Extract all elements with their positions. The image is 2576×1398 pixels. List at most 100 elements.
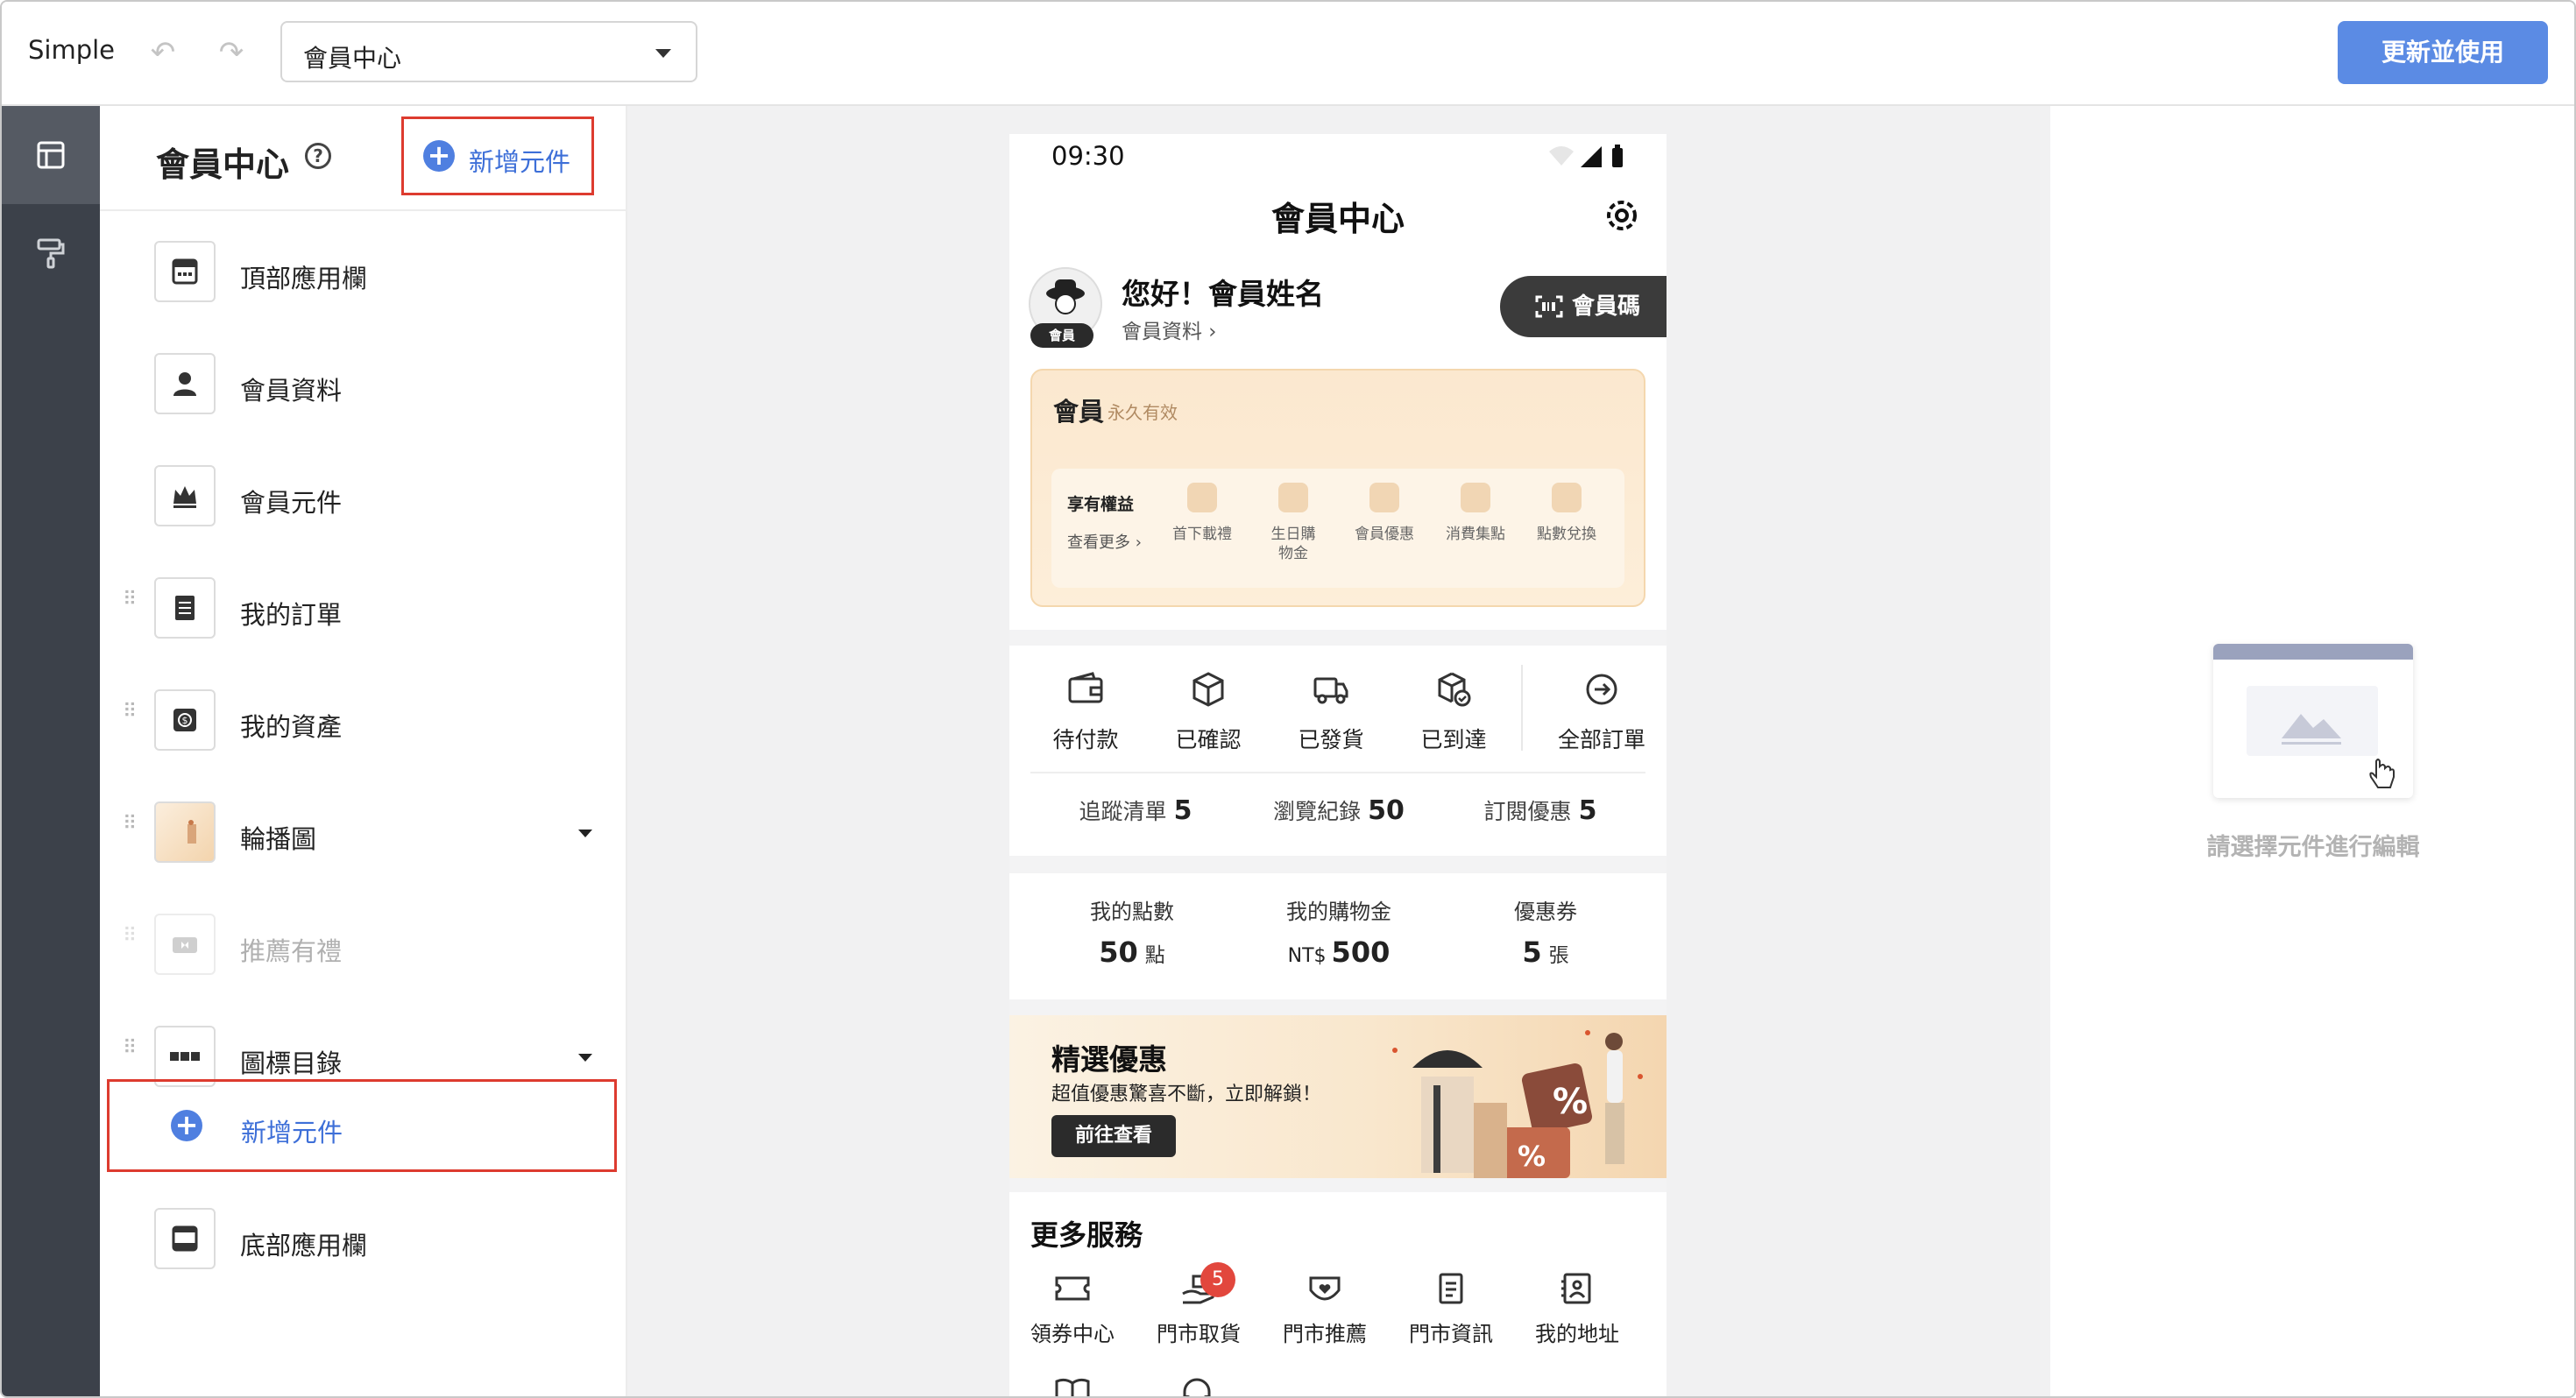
drag-handle-icon[interactable]: ⠿ bbox=[123, 927, 137, 954]
service-store-recommend[interactable]: 門市推薦 bbox=[1263, 1273, 1386, 1347]
member-header-section[interactable]: 09:30 會員中心 會員 您好！會員姓名 會員資料 › 會員碼 會員 永久有效… bbox=[1009, 134, 1667, 630]
undo-icon[interactable]: ↶ bbox=[145, 35, 180, 70]
drag-handle-icon[interactable]: ⠿ bbox=[123, 815, 137, 842]
asset-points[interactable]: 我的點數 50 點 bbox=[1036, 894, 1228, 969]
component-row-my-assets[interactable]: ⠿ $ 我的資產 bbox=[100, 679, 626, 763]
status-icons bbox=[1547, 143, 1628, 173]
store-heart-icon bbox=[1309, 1276, 1341, 1301]
order-label: 待付款 bbox=[1052, 727, 1119, 752]
perks-heading: 享有權益 bbox=[1067, 495, 1135, 514]
component-row-top-bar[interactable]: 頂部應用欄 bbox=[100, 230, 626, 314]
perk-item[interactable]: 首下載禮 bbox=[1167, 483, 1237, 544]
service-coupon-center[interactable]: 領券中心 bbox=[1011, 1273, 1134, 1347]
member-code-button[interactable]: 會員碼 bbox=[1500, 276, 1667, 337]
banner-button[interactable]: 前往查看 bbox=[1051, 1115, 1176, 1157]
perk-item[interactable]: 消費集點 bbox=[1440, 483, 1511, 544]
phone-page-title: 會員中心 bbox=[1270, 200, 1405, 238]
stat-label: 瀏覽紀錄 bbox=[1273, 799, 1362, 824]
rail-item-layout[interactable] bbox=[2, 106, 100, 204]
box-check-icon bbox=[1438, 672, 1471, 707]
component-row-bottom-bar[interactable]: 底部應用欄 bbox=[100, 1197, 626, 1282]
component-label: 輪播圖 bbox=[240, 824, 317, 854]
component-row-member-profile[interactable]: 會員資料 bbox=[100, 342, 626, 427]
component-label: 我的訂單 bbox=[240, 600, 343, 630]
order-shipped[interactable]: 已發貨 bbox=[1283, 672, 1379, 754]
page-select[interactable]: 會員中心 bbox=[280, 21, 697, 82]
component-row-referral[interactable]: ⠿ 推薦有禮 bbox=[100, 903, 626, 987]
page-select-value: 會員中心 bbox=[303, 44, 402, 73]
drag-handle-icon[interactable]: ⠿ bbox=[123, 590, 137, 618]
scan-icon bbox=[1535, 295, 1563, 318]
membership-card[interactable]: 會員 永久有效 享有權益 查看更多 › 首下載禮 生日購物金 會員優惠 消費集點… bbox=[1030, 369, 1645, 607]
icon-grid-icon bbox=[154, 1026, 216, 1087]
stat-browsing-history[interactable]: 瀏覽紀錄 50 bbox=[1251, 794, 1426, 826]
stat-watchlist[interactable]: 追蹤清單 5 bbox=[1048, 794, 1223, 826]
order-confirmed[interactable]: 已確認 bbox=[1160, 672, 1256, 754]
member-code-label: 會員碼 bbox=[1572, 293, 1641, 320]
box-icon bbox=[1192, 672, 1224, 707]
top-bar: Simple ↶ ↷ 會員中心 更新並使用 bbox=[2, 2, 2574, 106]
plus-circle-icon: + bbox=[171, 1110, 202, 1141]
gear-icon[interactable] bbox=[1600, 194, 1644, 237]
component-panel: 會員中心 ? + 新增元件 頂部應用欄 會員資料 會員元件 ⠿ 我的訂單 ⠿ $… bbox=[100, 106, 627, 1396]
stat-value: 50 bbox=[1368, 795, 1405, 826]
asset-label: 優惠券 bbox=[1514, 900, 1577, 924]
order-all[interactable]: 全部訂單 bbox=[1540, 672, 1663, 754]
layout-icon bbox=[37, 141, 65, 169]
preview-canvas: 09:30 會員中心 會員 您好！會員姓名 會員資料 › 會員碼 會員 永久有效… bbox=[627, 106, 2050, 1398]
asset-shopping-credit[interactable]: 我的購物金 NT$ 500 bbox=[1242, 894, 1435, 969]
rail-item-style[interactable] bbox=[2, 204, 100, 302]
perk-item[interactable]: 點數兌換 bbox=[1532, 483, 1602, 544]
ticket-icon bbox=[1055, 1276, 1090, 1301]
service-label: 領券中心 bbox=[1030, 1322, 1115, 1346]
services-title: 更多服務 bbox=[1030, 1218, 1143, 1252]
stat-subscriptions[interactable]: 訂閱優惠 5 bbox=[1453, 794, 1628, 826]
service-label: 門市推薦 bbox=[1283, 1322, 1367, 1346]
promo-banner[interactable]: 精選優惠 超值優惠驚喜不斷，立即解鎖！ 前往查看 % % bbox=[1009, 1015, 1667, 1178]
component-row-my-orders[interactable]: ⠿ 我的訂單 bbox=[100, 567, 626, 651]
membership-validity: 永久有效 bbox=[1108, 402, 1178, 423]
perk-item[interactable]: 生日購物金 bbox=[1258, 483, 1328, 563]
order-arrived[interactable]: 已到達 bbox=[1405, 672, 1502, 754]
profile-link[interactable]: 會員資料 › bbox=[1122, 314, 1217, 344]
drag-handle-icon[interactable]: ⠿ bbox=[123, 1039, 137, 1066]
perks-more-link[interactable]: 查看更多 › bbox=[1067, 530, 1142, 553]
image-placeholder bbox=[2247, 686, 2378, 756]
component-row-carousel[interactable]: ⠿ 輪播圖 bbox=[100, 791, 626, 875]
update-and-use-button[interactable]: 更新並使用 bbox=[2338, 21, 2548, 84]
headset-icon[interactable] bbox=[1178, 1376, 1216, 1398]
person-icon bbox=[154, 353, 216, 414]
carousel-thumbnail bbox=[154, 801, 216, 863]
chevron-down-icon bbox=[655, 49, 671, 58]
panel-title: 會員中心 bbox=[156, 145, 290, 184]
service-store-pickup[interactable]: 門市取貨 5 bbox=[1137, 1262, 1260, 1347]
wallet-icon bbox=[1068, 672, 1103, 703]
help-icon[interactable]: ? bbox=[305, 143, 331, 169]
chevron-down-icon[interactable] bbox=[578, 1054, 592, 1062]
service-store-info[interactable]: 門市資訊 bbox=[1390, 1273, 1512, 1347]
my-assets-section[interactable]: 我的點數 50 點 我的購物金 NT$ 500 優惠券 5張 bbox=[1009, 873, 1667, 999]
chevron-down-icon[interactable] bbox=[578, 830, 592, 837]
add-component-button-top[interactable]: + 新增元件 bbox=[401, 116, 594, 195]
service-label: 我的地址 bbox=[1535, 1322, 1619, 1346]
asset-unit: 點 bbox=[1144, 944, 1165, 967]
add-component-row[interactable]: + 新增元件 bbox=[107, 1079, 617, 1172]
order-label: 已發貨 bbox=[1298, 727, 1364, 752]
service-label: 門市資訊 bbox=[1409, 1322, 1493, 1346]
redo-icon[interactable]: ↷ bbox=[214, 35, 249, 70]
component-row-member-widget[interactable]: 會員元件 bbox=[100, 455, 626, 539]
order-pending[interactable]: 待付款 bbox=[1037, 672, 1134, 754]
book-icon[interactable] bbox=[1053, 1376, 1092, 1398]
more-services-section[interactable]: 更多服務 領券中心 門市取貨 5 門市推薦 門市資訊 我的地址 bbox=[1009, 1192, 1667, 1398]
service-my-address[interactable]: 我的地址 bbox=[1516, 1273, 1638, 1347]
perk-item[interactable]: 會員優惠 bbox=[1349, 483, 1419, 544]
component-label: 頂部應用欄 bbox=[240, 264, 368, 293]
asset-coupons[interactable]: 優惠券 5張 bbox=[1449, 894, 1642, 969]
drag-handle-icon[interactable]: ⠿ bbox=[123, 703, 137, 730]
pointer-hand-icon bbox=[2369, 759, 2395, 788]
stat-label: 訂閱優惠 bbox=[1483, 799, 1572, 824]
my-orders-section[interactable]: 待付款 已確認 已發貨 已到達 全部訂單 追蹤清單 5 瀏覽紀錄 50 訂閱優惠… bbox=[1009, 646, 1667, 856]
greeting: 您好！會員姓名 bbox=[1122, 277, 1324, 311]
svg-text:$: $ bbox=[182, 715, 188, 726]
asset-value: 500 bbox=[1331, 936, 1391, 969]
